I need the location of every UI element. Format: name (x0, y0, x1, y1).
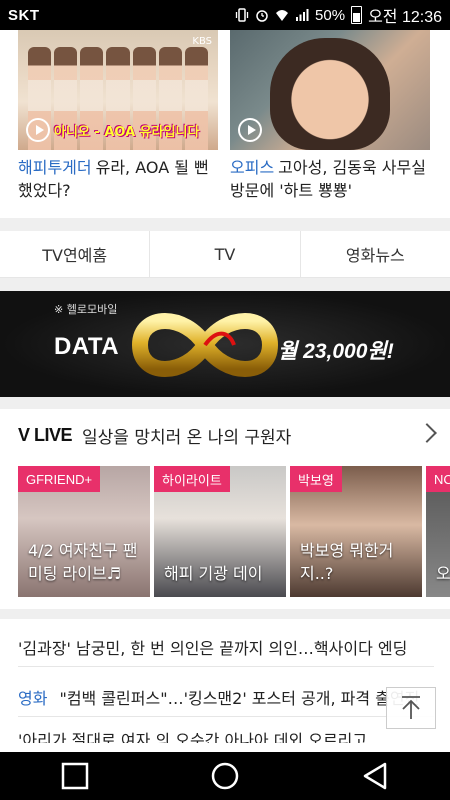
arrow-up-icon (402, 696, 420, 719)
card-badge: 하이라이트 (154, 466, 230, 492)
card-title: 박보영 뭐한거지..? (300, 541, 394, 583)
vlive-card[interactable]: 하이라이트 해피 기광 데이 (154, 466, 286, 597)
status-bar: SKT 50% 오전 12:36 (0, 0, 450, 30)
infinity-logo (131, 313, 279, 377)
play-icon[interactable] (26, 118, 50, 142)
news-title: '김과장' 남궁민, 한 번 의인은 끝까지 의인…핵사이다 엔딩 (18, 638, 408, 658)
broadcaster-watermark: KBS (192, 36, 212, 47)
vlive-cards: GFRIEND+ 4/2 여자친구 팬미팅 라이브♬ 하이라이트 해피 기광 데… (18, 466, 450, 597)
ad-price: 월 23,000원! (278, 340, 394, 363)
card-title: 4/2 여자친구 팬미팅 라이브♬ (28, 541, 138, 583)
vlive-logo: V LIVE (18, 424, 73, 445)
category-tabs: TV연예홈 TV 영화뉴스 (0, 231, 450, 278)
top-articles: KBS 아니오 - AOA 유라입니다 해피투게더 유라, AOA 될 뻔 했었다… (0, 30, 450, 218)
list-item[interactable]: 영화 "컴백 콜린퍼스"…'킹스맨2' 포스터 공개, 파격 출연진 (18, 677, 434, 717)
section-divider (0, 397, 450, 409)
section-divider (0, 218, 450, 231)
back-button[interactable] (355, 756, 395, 796)
signal-icon (296, 9, 309, 21)
battery-percent: 50% (315, 6, 346, 24)
card-title: 오 (436, 564, 450, 583)
vlive-card[interactable]: GFRIEND+ 4/2 여자친구 팬미팅 라이브♬ (18, 466, 150, 597)
tab-tv[interactable]: TV (150, 231, 301, 277)
news-title: "컴백 콜린퍼스"…'킹스맨2' 포스터 공개, 파격 출연진 (59, 688, 420, 708)
vlive-title: 일상을 망치러 온 나의 구원자 (82, 427, 292, 448)
recents-button[interactable] (55, 756, 95, 796)
carrier-label: SKT (8, 6, 40, 24)
article-category: 오피스 (230, 158, 275, 177)
tab-movie-news[interactable]: 영화뉴스 (301, 231, 450, 277)
alarm-icon (256, 10, 268, 22)
ad-banner[interactable]: ※ 헬로모바일 DATA 월 23,000원! (0, 291, 450, 397)
card-badge: 박보영 (290, 466, 342, 492)
actress-photo (270, 38, 390, 150)
chevron-right-icon[interactable] (417, 423, 437, 443)
back-triangle-icon (363, 762, 387, 790)
ad-data-label: DATA (54, 333, 120, 360)
card-title: 해피 기광 데이 (164, 564, 263, 583)
play-icon[interactable] (238, 118, 262, 142)
article-headline[interactable]: 해피투게더 유라, AOA 될 뻔 했었다? (18, 156, 218, 202)
battery-icon (351, 6, 363, 24)
thumbnail-caption: 아니오 - AOA 유라입니다 (54, 125, 200, 140)
card-badge: GFRIEND+ (18, 466, 101, 492)
article-thumbnail[interactable] (230, 30, 430, 150)
circle-icon (211, 762, 239, 790)
wifi-icon (276, 10, 289, 21)
ad-brand: ※ 헬로모바일 (54, 303, 118, 316)
article-tile-happy-together[interactable]: KBS 아니오 - AOA 유라입니다 해피투게더 유라, AOA 될 뻔 했었다… (18, 30, 218, 202)
vibrate-icon (235, 8, 249, 22)
section-divider (0, 278, 450, 291)
article-tile-office[interactable]: 오피스 고아성, 김동욱 사무실 방문에 '하트 뿅뿅' (230, 30, 430, 202)
vlive-card[interactable]: 박보영 박보영 뭐한거지..? (290, 466, 422, 597)
scroll-to-top-button[interactable] (386, 687, 436, 729)
vlive-card[interactable]: NC 오 (426, 466, 450, 597)
section-divider (0, 609, 450, 619)
vlive-header[interactable]: V LIVE 일상을 망치러 온 나의 구원자 (18, 420, 437, 450)
article-headline[interactable]: 오피스 고아성, 김동욱 사무실 방문에 '하트 뿅뿅' (230, 156, 430, 202)
square-icon (61, 762, 89, 790)
news-list: '김과장' 남궁민, 한 번 의인은 끝까지 의인…핵사이다 엔딩 영화 "컴백… (18, 627, 434, 743)
tab-tv-entertainment-home[interactable]: TV연예홈 (0, 231, 151, 277)
card-badge: NC (426, 466, 450, 492)
news-title: '아리가 절대로 여자 의 오순간 아나아 데외 오르리고 (18, 731, 368, 743)
news-category: 영화 (18, 688, 48, 708)
article-category: 해피투게더 (18, 158, 92, 177)
clock: 오전 12:36 (368, 9, 442, 26)
status-icons: 50% 오전 12:36 (235, 3, 442, 27)
home-button[interactable] (205, 756, 245, 796)
article-thumbnail[interactable]: KBS 아니오 - AOA 유라입니다 (18, 30, 218, 150)
system-nav-bar (0, 752, 450, 800)
list-item[interactable]: '김과장' 남궁민, 한 번 의인은 끝까지 의인…핵사이다 엔딩 (18, 627, 434, 667)
list-item[interactable]: '아리가 절대로 여자 의 오순간 아나아 데외 오르리고 (18, 717, 434, 743)
